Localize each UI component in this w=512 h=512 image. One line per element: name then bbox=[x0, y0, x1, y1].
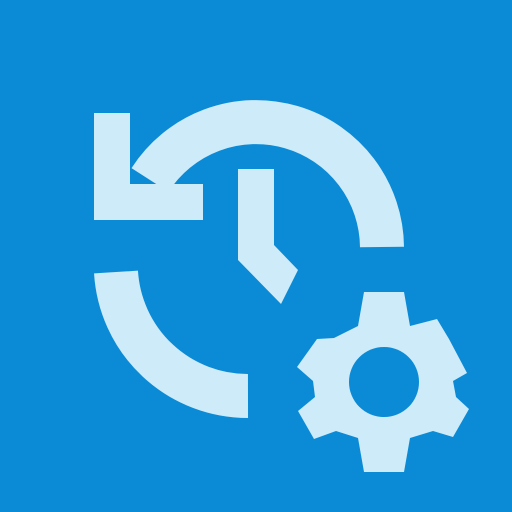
clock-hands-icon bbox=[238, 169, 298, 304]
app-icon-tile bbox=[0, 0, 512, 512]
clock-arc-lower bbox=[94, 270, 249, 419]
gear-hole bbox=[349, 347, 419, 417]
history-settings-icon bbox=[94, 100, 469, 472]
gear-icon bbox=[297, 292, 469, 472]
